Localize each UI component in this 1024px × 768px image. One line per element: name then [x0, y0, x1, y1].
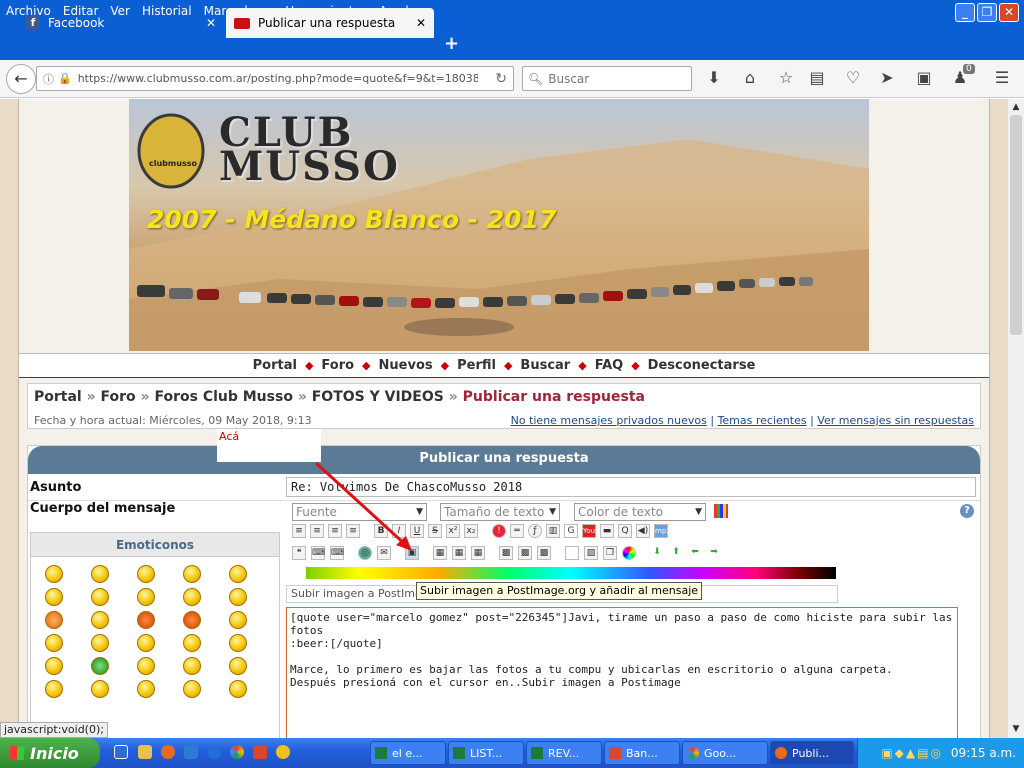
folder-icon[interactable] [138, 745, 152, 759]
notification-badge: 0 [963, 64, 975, 74]
reload-icon[interactable]: ↻ [495, 71, 507, 87]
clock[interactable]: 09:15 a.m. [951, 746, 1016, 760]
taskbar-btn-chrome[interactable]: Goo... [682, 741, 768, 765]
media-player-icon[interactable] [276, 745, 290, 759]
annotation-arrow [314, 461, 412, 551]
chrome-icon [687, 747, 699, 759]
search-box[interactable]: 🔍︎ Buscar [522, 66, 692, 91]
close-tab-icon[interactable]: ✕ [206, 16, 216, 30]
close-tab-icon[interactable]: ✕ [416, 16, 426, 30]
show-desktop-icon[interactable] [114, 745, 128, 759]
mail-icon[interactable] [253, 745, 267, 759]
red-arrow-line [314, 461, 410, 549]
taskbar-btn-rev[interactable]: REV... [526, 741, 602, 765]
scroll-up-icon[interactable]: ▲ [1008, 99, 1024, 115]
taskbar-btn-label: LIST... [470, 746, 503, 760]
pocket-icon[interactable]: ♡ [843, 68, 863, 88]
bookmark-star-icon[interactable]: ☆ [776, 68, 796, 88]
ie-icon[interactable] [207, 745, 221, 759]
taskbar-btn-label: el e... [392, 746, 423, 760]
taskbar-btn-label: Goo... [704, 746, 737, 760]
app-icon[interactable] [184, 745, 198, 759]
minimize-button[interactable]: _ [955, 3, 975, 22]
taskbar-btn-mail[interactable]: Ban... [604, 741, 680, 765]
scroll-thumb[interactable] [1010, 115, 1022, 335]
restore-button[interactable]: ❐ [977, 3, 997, 22]
taskbar-btn-label: Ban... [626, 746, 658, 760]
start-button[interactable]: Inicio [0, 738, 100, 768]
close-window-button[interactable]: ✕ [999, 3, 1019, 22]
tab-publicar[interactable]: Publicar una respuesta ✕ [226, 8, 434, 38]
firefox-icon[interactable] [161, 745, 175, 759]
excel-icon [375, 747, 387, 759]
facebook-icon: f [26, 16, 40, 30]
screenshot-icon[interactable]: ▣ [914, 68, 934, 88]
back-button[interactable]: ← [6, 64, 36, 94]
tab-label: Facebook [48, 16, 105, 30]
taskbar-btn-label: REV... [548, 746, 580, 760]
clubmusso-icon [234, 17, 250, 29]
firefox-icon [775, 747, 787, 759]
chrome-icon[interactable] [230, 745, 244, 759]
search-icon: 🔍︎ [528, 71, 544, 86]
web-page: clubmusso CLUB MUSSO 2007 - Médano Blanc… [0, 99, 1008, 738]
taskbar-btn-firefox[interactable]: Publi... [770, 741, 854, 765]
search-placeholder: Buscar [548, 71, 590, 86]
new-tab-button[interactable]: + [444, 33, 459, 54]
windows-logo-icon [10, 746, 24, 760]
tab-facebook[interactable]: f Facebook ✕ [18, 8, 224, 38]
download-icon[interactable]: ⬇ [704, 68, 724, 88]
taskbar-btn-word[interactable]: el e... [370, 741, 446, 765]
status-bar-url: javascript:void(0); [0, 722, 108, 738]
excel-icon [531, 747, 543, 759]
url-text: https://www.clubmusso.com.ar/posting.php… [77, 72, 478, 85]
reading-list-icon[interactable]: ▤ [807, 68, 827, 88]
hamburger-menu-icon[interactable]: ☰ [992, 68, 1012, 88]
scroll-down-icon[interactable]: ▼ [1008, 721, 1024, 737]
system-tray: ▣◆▲▤◎ 09:15 a.m. [857, 738, 1024, 768]
taskbar-btn-list[interactable]: LIST... [448, 741, 524, 765]
url-bar[interactable]: ⓘ 🔒 https://www.clubmusso.com.ar/posting… [36, 66, 514, 91]
info-icon[interactable]: ⓘ [43, 71, 54, 87]
start-label: Inicio [30, 743, 79, 763]
excel-icon [453, 747, 465, 759]
taskbar-btn-label: Publi... [792, 746, 829, 760]
tab-label: Publicar una respuesta [258, 16, 396, 30]
send-icon[interactable]: ➤ [877, 68, 897, 88]
lock-icon: 🔒 [58, 72, 72, 85]
scrollbar[interactable]: ▲ ▼ [1008, 99, 1024, 738]
tray-icons[interactable]: ▣◆▲▤◎ [881, 746, 943, 760]
mail-icon [609, 747, 621, 759]
home-icon[interactable]: ⌂ [740, 68, 760, 88]
